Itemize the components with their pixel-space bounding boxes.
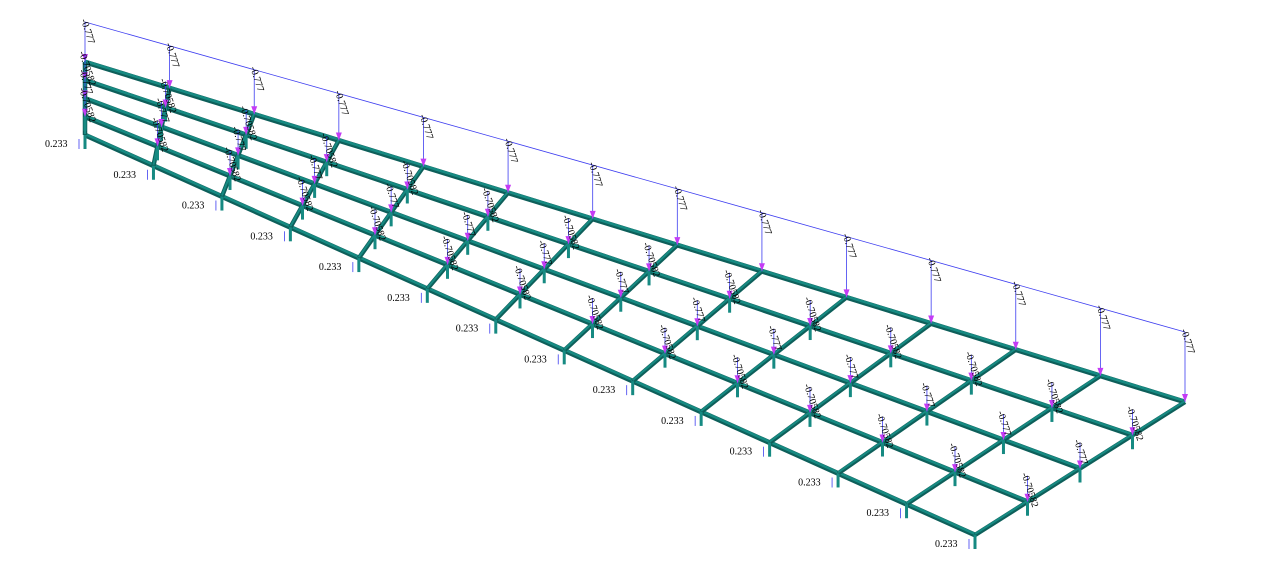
top-load-label: -0.777 <box>670 184 688 212</box>
top-load-label: -0.777 <box>1009 280 1027 308</box>
top-load-label: -0.777 <box>247 65 265 93</box>
reaction-label: 0.233 <box>113 170 136 181</box>
interior-load-label: -0.777 <box>918 381 936 409</box>
interior-load-label: -0.70582 <box>729 353 751 390</box>
load-value-labels: -0.777 -0.777 -0.777 -0.777 -0.777 -0.777 -0.7… <box>45 18 1197 550</box>
reaction-label: 0.233 <box>593 385 616 396</box>
reaction-label: 0.233 <box>250 231 273 242</box>
interior-load-label: -0.70582 <box>656 323 678 360</box>
interior-load-label: -0.70582 <box>721 268 743 305</box>
interior-load-label: -0.777 <box>306 153 324 181</box>
top-load-label: -0.777 <box>78 18 96 46</box>
top-load-label: -0.777 <box>417 113 435 141</box>
top-load-label: -0.777 <box>1178 328 1196 356</box>
reaction-label: 0.233 <box>867 508 890 519</box>
top-load-label: -0.777 <box>586 161 604 189</box>
top-load-label: -0.777 <box>924 256 942 284</box>
top-load-label: -0.777 <box>501 137 519 165</box>
top-load-label: -0.777 <box>163 41 181 69</box>
interior-load-label: -0.777 <box>535 239 553 267</box>
reaction-label: 0.233 <box>935 539 958 550</box>
reaction-label: 0.233 <box>45 139 68 150</box>
reaction-label: 0.233 <box>730 447 753 458</box>
structural-frame-view[interactable]: -0.777 -0.777 -0.777 -0.777 -0.777 -0.777 -0.7… <box>0 0 1280 575</box>
interior-load-label: -0.777 <box>995 410 1013 438</box>
top-load-label: -0.777 <box>755 208 773 236</box>
interior-load-label: -0.777 <box>765 324 783 352</box>
interior-load-label: -0.777 <box>688 296 706 324</box>
reaction-label: 0.233 <box>319 262 342 273</box>
reaction-label: 0.233 <box>456 324 479 335</box>
reaction-label: 0.233 <box>661 416 684 427</box>
reaction-label: 0.233 <box>387 293 410 304</box>
reaction-label: 0.233 <box>182 201 205 212</box>
top-load-label: -0.777 <box>840 232 858 260</box>
interior-load-label: -0.777 <box>612 267 630 295</box>
interior-load-label: -0.70582 <box>801 296 823 333</box>
reaction-label: 0.233 <box>524 354 547 365</box>
interior-load-label: -0.777 <box>842 353 860 381</box>
interior-load-label: -0.777 <box>1071 438 1089 466</box>
reaction-label: 0.233 <box>798 477 821 488</box>
top-load-label: -0.777 <box>1094 304 1112 332</box>
top-load-label: -0.777 <box>332 89 350 117</box>
